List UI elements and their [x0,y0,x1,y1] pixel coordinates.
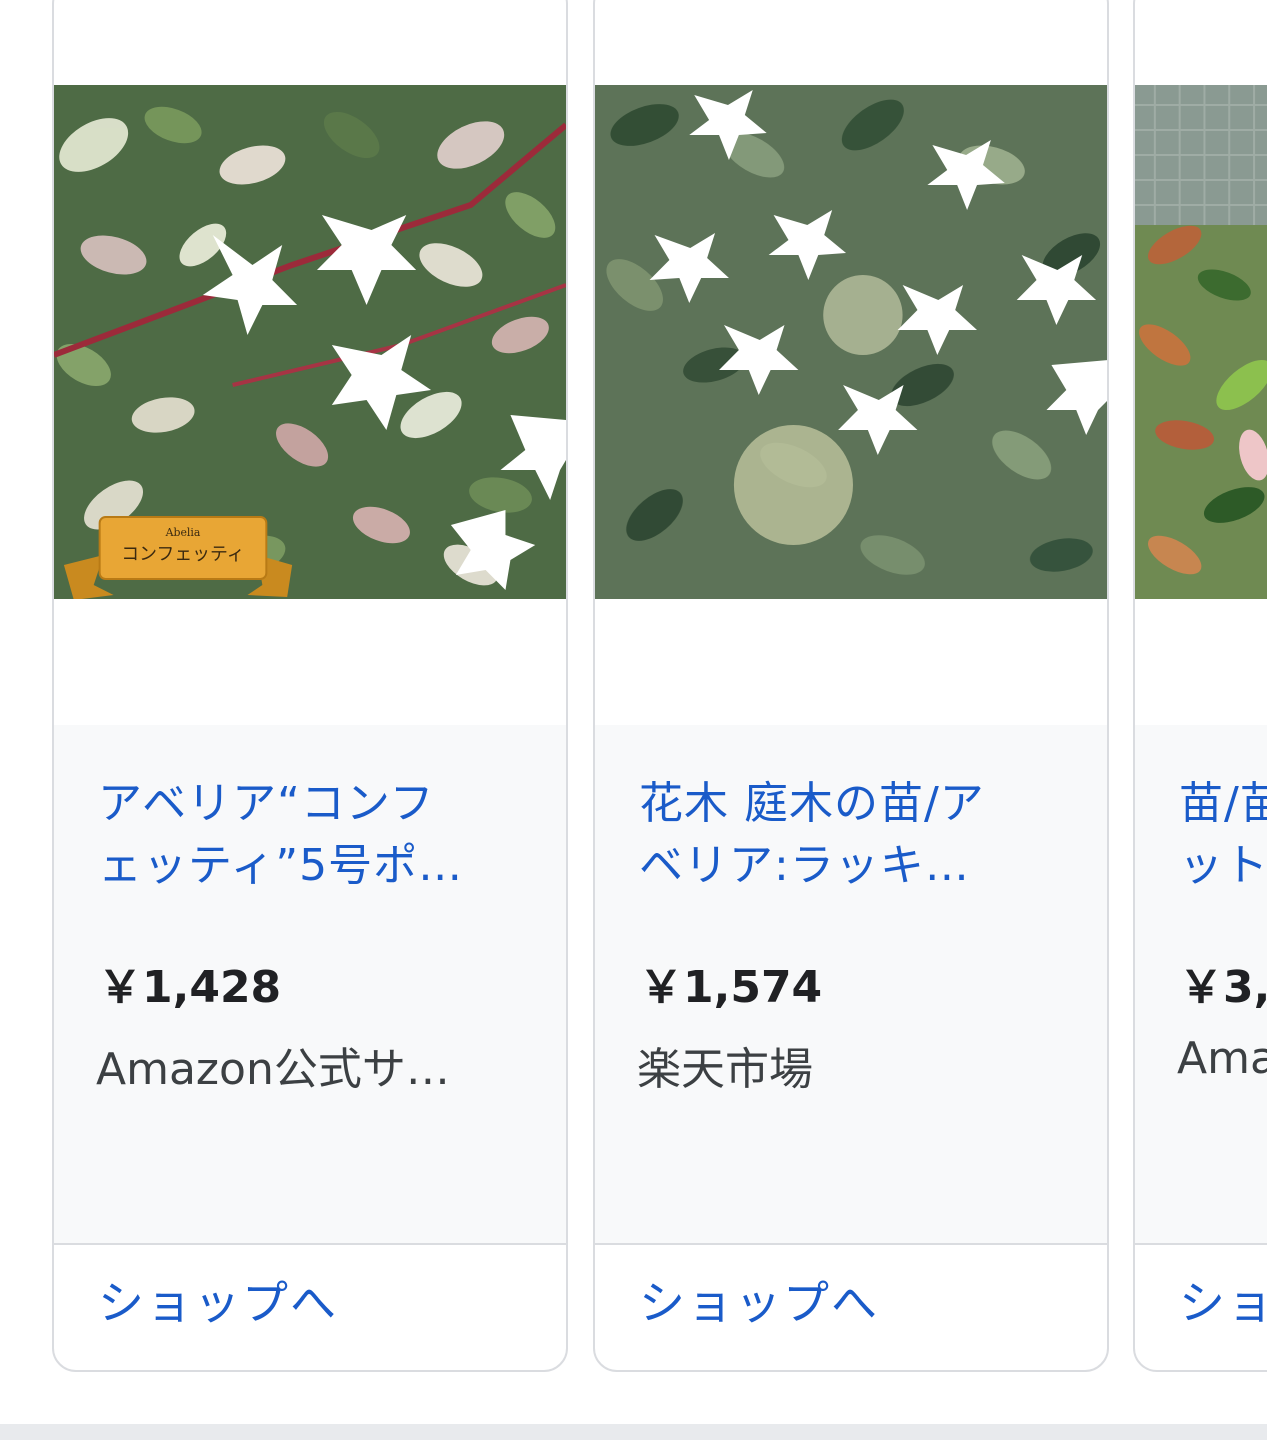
badge-small-text: Abelia [165,526,201,539]
product-card[interactable]: 苗/苗 ットレ ￥3, Ama ショ [1133,0,1267,1372]
product-price: ￥3, [1179,962,1267,1013]
product-info: 苗/苗 ットレ ￥3, Ama [1135,725,1267,1245]
product-price: ￥1,428 [98,962,282,1013]
product-card[interactable]: 花木 庭木の苗/ア ベリア:ラッキ… ￥1,574 楽天市場 ショップへ [593,0,1109,1372]
section-divider [0,1424,1267,1440]
product-image[interactable]: Abelia コンフェッティ [54,85,566,599]
product-image[interactable] [595,85,1107,599]
product-title-line[interactable]: アベリア“コンフ [98,773,538,835]
product-title-link[interactable]: アベリア“コンフ ェッティ”5号ポ… [98,773,538,897]
product-title-line[interactable]: ットレ [1179,835,1267,897]
store-name: Amazon公式サ… [96,1044,450,1095]
abelia-white-flowers-photo [595,85,1107,599]
shop-link[interactable]: ショップへ [639,1267,879,1333]
shopping-carousel: Abelia コンフェッティ アベリア“コンフ ェッティ”5号ポ… ￥1,428… [0,0,1267,1424]
product-info: アベリア“コンフ ェッティ”5号ポ… ￥1,428 Amazon公式サ… [54,725,566,1245]
product-price: ￥1,574 [639,962,823,1013]
product-title-link[interactable]: 苗/苗 ットレ [1179,773,1267,897]
product-title-line[interactable]: 苗/苗 [1179,773,1267,835]
product-title-line[interactable]: 花木 庭木の苗/ア [639,773,1079,835]
store-name: 楽天市場 [637,1044,813,1095]
product-info: 花木 庭木の苗/ア ベリア:ラッキ… ￥1,574 楽天市場 [595,725,1107,1245]
product-title-link[interactable]: 花木 庭木の苗/ア ベリア:ラッキ… [639,773,1079,897]
shop-link[interactable]: ショ [1179,1267,1267,1333]
product-card[interactable]: Abelia コンフェッティ アベリア“コンフ ェッティ”5号ポ… ￥1,428… [52,0,568,1372]
product-title-line[interactable]: ェッティ”5号ポ… [98,835,538,897]
store-name: Ama [1177,1033,1267,1084]
shop-link[interactable]: ショップへ [98,1267,338,1333]
abelia-confetti-photo: Abelia コンフェッティ [54,85,566,599]
product-title-line[interactable]: ベリア:ラッキ… [639,835,1079,897]
badge-big-text: コンフェッティ [121,544,244,565]
abelia-red-leaves-photo [1135,85,1267,599]
product-image[interactable] [1135,85,1267,599]
